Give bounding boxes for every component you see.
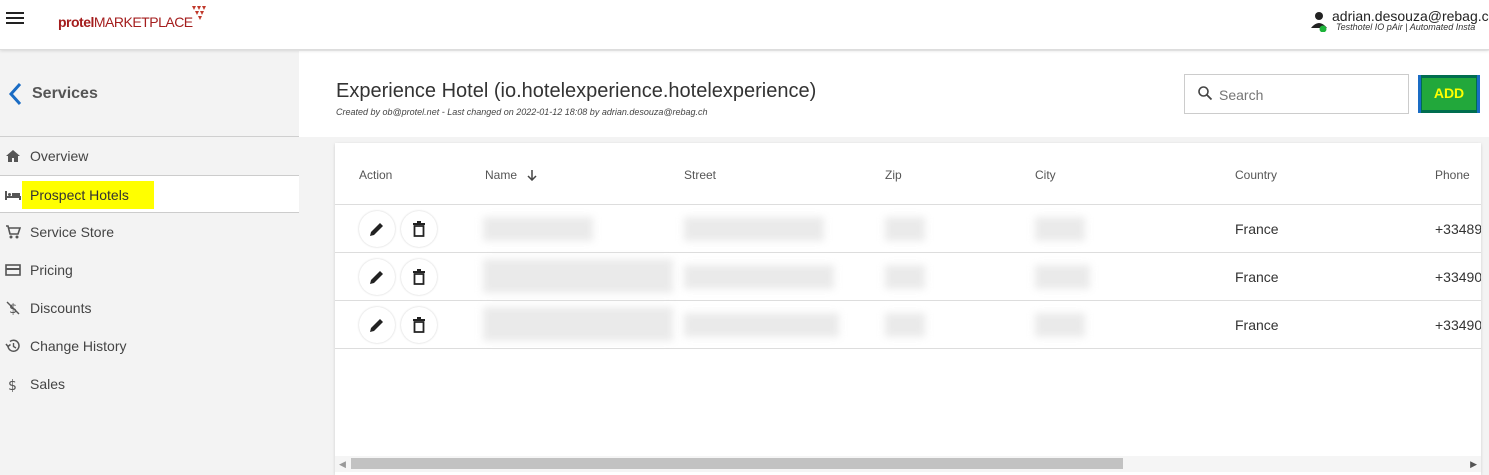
column-header-zip[interactable]: Zip	[885, 168, 902, 182]
redacted-city	[1035, 265, 1090, 289]
credit-card-icon	[5, 264, 21, 276]
user-context: Testhotel IO pAir | Automated Insta	[1336, 22, 1476, 32]
scroll-left-icon[interactable]: ◀	[339, 459, 346, 470]
history-icon	[5, 339, 20, 352]
sidebar: Services Overview Prospect Hotels Servic…	[0, 51, 299, 475]
sidebar-item-label: Sales	[30, 376, 66, 392]
redacted-city	[1035, 313, 1085, 337]
column-header-label: Name	[485, 168, 518, 182]
delete-button[interactable]	[401, 259, 437, 295]
redacted-street	[684, 217, 824, 241]
table-row: France +33490	[335, 301, 1481, 349]
edit-button[interactable]	[359, 259, 395, 295]
redacted-name	[483, 307, 673, 341]
cart-icon	[6, 225, 21, 239]
top-bar: protelMARKETPLACE adrian.desouza@rebag.c…	[0, 0, 1489, 50]
column-header-name[interactable]: Name	[485, 168, 538, 182]
country-cell: France	[1235, 317, 1279, 333]
horizontal-scrollbar[interactable]: ◀ ▶	[335, 456, 1481, 472]
page-subtitle: Created by ob@protel.net - Last changed …	[336, 107, 708, 117]
trash-icon	[413, 221, 425, 237]
scrollbar-thumb[interactable]	[351, 458, 1123, 469]
pencil-icon	[370, 223, 383, 236]
column-header-action: Action	[359, 168, 393, 182]
redacted-name	[483, 217, 593, 241]
country-cell: France	[1235, 269, 1279, 285]
trash-icon	[413, 269, 425, 285]
user-icon	[1311, 12, 1327, 32]
bed-icon	[5, 191, 21, 200]
redacted-zip	[885, 217, 925, 241]
add-button-label: ADD	[1433, 85, 1465, 101]
sidebar-item-change-history[interactable]: Change History	[0, 327, 299, 365]
redacted-street	[684, 265, 834, 289]
page-title: Experience Hotel (io.hotelexperience.hot…	[336, 80, 817, 102]
home-icon	[6, 150, 20, 162]
phone-cell: +33489	[1435, 221, 1481, 237]
pencil-icon	[370, 271, 383, 284]
sidebar-item-label: Change History	[30, 338, 127, 354]
add-button[interactable]: ADD	[1418, 75, 1480, 113]
column-header-street[interactable]: Street	[684, 168, 716, 182]
sidebar-item-label: Service Store	[30, 224, 115, 240]
logo-mark-icon	[192, 6, 206, 20]
redacted-city	[1035, 217, 1085, 241]
search-icon	[1198, 86, 1213, 101]
sidebar-item-discounts[interactable]: $ Discounts	[0, 289, 299, 327]
search-input[interactable]	[1219, 87, 1399, 103]
sidebar-item-overview[interactable]: Overview	[0, 137, 299, 175]
redacted-zip	[885, 265, 925, 289]
redacted-zip	[885, 313, 925, 337]
redacted-name	[483, 259, 673, 293]
scroll-right-icon[interactable]: ▶	[1470, 459, 1477, 470]
sidebar-item-label: Prospect Hotels	[22, 181, 154, 209]
menu-icon[interactable]	[6, 12, 24, 26]
sidebar-item-label: Discounts	[30, 300, 92, 316]
trash-icon	[413, 317, 425, 333]
sidebar-nav: Overview Prospect Hotels Service Store P…	[0, 137, 299, 403]
svg-text:$: $	[8, 378, 17, 392]
table-row: France +33490	[335, 253, 1481, 301]
sidebar-item-label: Overview	[30, 148, 89, 164]
table-row: France +33489	[335, 205, 1481, 253]
logo: protelMARKETPLACE	[58, 14, 193, 30]
column-header-country[interactable]: Country	[1235, 168, 1277, 182]
edit-button[interactable]	[359, 307, 395, 343]
sidebar-item-service-store[interactable]: Service Store	[0, 213, 299, 251]
search-box[interactable]	[1184, 74, 1409, 114]
redacted-street	[684, 313, 839, 337]
phone-cell: +33490	[1435, 317, 1481, 333]
delete-button[interactable]	[401, 211, 437, 247]
sort-arrow-down-icon	[527, 170, 537, 182]
phone-cell: +33490	[1435, 269, 1481, 285]
logo-text: MARKETPLACE	[93, 14, 193, 30]
dollar-icon: $	[8, 378, 17, 392]
edit-button[interactable]	[359, 211, 395, 247]
prospect-hotels-table: Action Name Street Zip City Country Phon…	[335, 143, 1481, 475]
delete-button[interactable]	[401, 307, 437, 343]
no-dollar-icon: $	[6, 301, 20, 316]
back-chevron-icon[interactable]	[8, 82, 22, 106]
sidebar-item-label: Pricing	[30, 262, 73, 278]
pencil-icon	[370, 319, 383, 332]
country-cell: France	[1235, 221, 1279, 237]
logo-text-bold: protel	[58, 14, 94, 30]
sidebar-item-prospect-hotels[interactable]: Prospect Hotels	[0, 175, 299, 213]
column-header-phone[interactable]: Phone	[1435, 168, 1470, 182]
sidebar-item-sales[interactable]: $ Sales	[0, 365, 299, 403]
sidebar-item-pricing[interactable]: Pricing	[0, 251, 299, 289]
sidebar-title: Services	[32, 85, 98, 102]
column-header-city[interactable]: City	[1035, 168, 1056, 182]
